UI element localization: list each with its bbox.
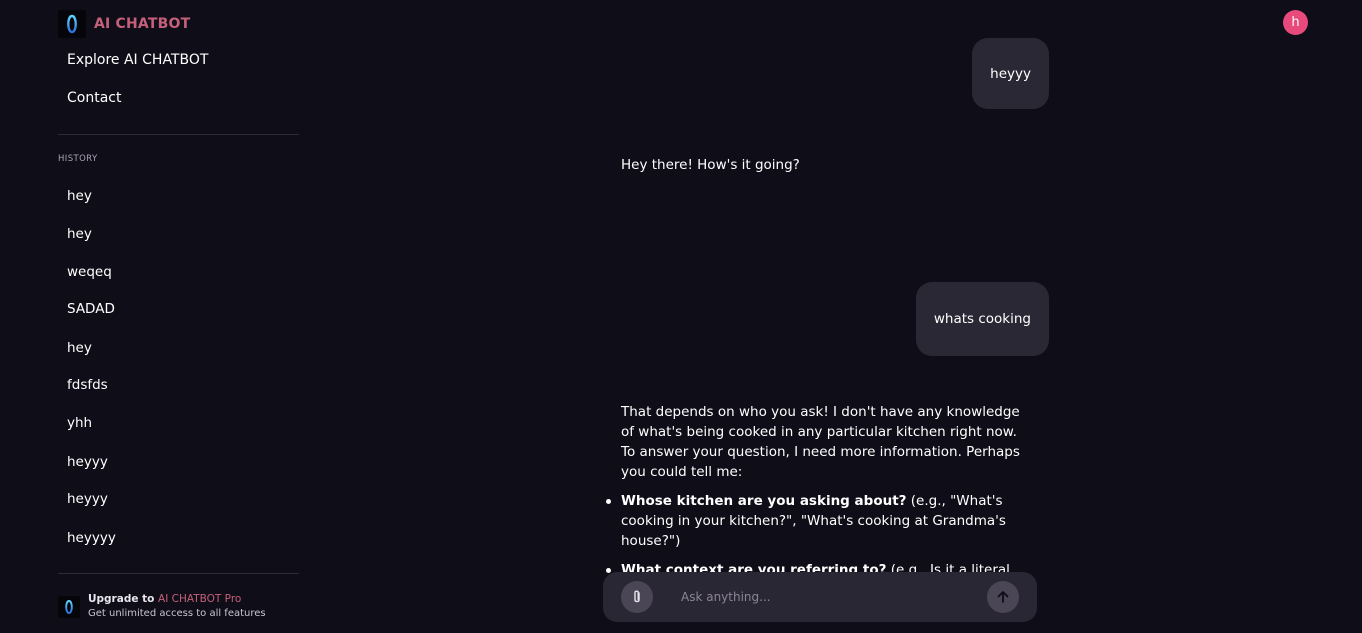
history-item[interactable]: heyyy: [67, 452, 108, 472]
history-item[interactable]: yhh: [67, 413, 92, 433]
paperclip-icon: [634, 590, 640, 603]
user-message: heyyy: [972, 38, 1049, 109]
upgrade-product: AI CHATBOT Pro: [158, 593, 242, 605]
arrow-up-icon: [997, 591, 1009, 603]
send-button[interactable]: [987, 581, 1019, 613]
user-avatar[interactable]: h: [1283, 10, 1308, 35]
history-item[interactable]: hey: [67, 338, 92, 358]
nav-explore[interactable]: Explore AI CHATBOT: [67, 50, 208, 70]
brand-name-suffix: CHATBOT: [115, 16, 191, 32]
sidebar-divider: [58, 573, 299, 574]
list-item-bold: Whose kitchen are you asking about?: [621, 493, 907, 509]
message-input[interactable]: [681, 584, 971, 610]
assistant-message: Hey there! How's it going?: [621, 157, 800, 173]
list-item: Whose kitchen are you asking about? (e.g…: [606, 491, 1033, 551]
brand[interactable]: AI CHATBOT: [58, 10, 190, 38]
nav-contact[interactable]: Contact: [67, 88, 121, 108]
composer: [603, 572, 1037, 622]
attach-button[interactable]: [621, 581, 653, 613]
app-root: AI CHATBOT Explore AI CHATBOT Contact HI…: [0, 0, 1362, 633]
chat-thread: heyyy Hey there! How's it going? whats c…: [603, 0, 1049, 633]
ai-logo-icon: [58, 10, 86, 38]
sidebar: AI CHATBOT Explore AI CHATBOT Contact HI…: [58, 0, 299, 633]
history-label: HISTORY: [58, 154, 98, 164]
upgrade-title-prefix: Upgrade to: [88, 593, 155, 605]
history-item[interactable]: heyyyy: [67, 528, 116, 548]
upgrade-title: Upgrade to AI CHATBOT Pro: [88, 592, 266, 606]
history-item[interactable]: heyyy: [67, 489, 108, 509]
user-message: whats cooking: [915, 282, 1049, 356]
history-item[interactable]: SADAD: [67, 299, 115, 319]
history-item[interactable]: hey: [67, 186, 92, 206]
sidebar-divider: [58, 134, 299, 135]
history-item[interactable]: fdsfds: [67, 375, 108, 395]
history-item[interactable]: weqeq: [67, 262, 112, 282]
upgrade-banner[interactable]: Upgrade to AI CHATBOT Pro Get unlimited …: [58, 592, 266, 622]
brand-name: AI CHATBOT: [94, 16, 190, 32]
ai-logo-icon: [58, 596, 80, 618]
upgrade-subtitle: Get unlimited access to all features: [88, 608, 266, 619]
upgrade-text: Upgrade to AI CHATBOT Pro Get unlimited …: [88, 592, 266, 622]
brand-name-prefix: AI: [94, 16, 111, 32]
assistant-message-intro: That depends on who you ask! I don't hav…: [621, 404, 1020, 480]
history-item[interactable]: hey: [67, 224, 92, 244]
